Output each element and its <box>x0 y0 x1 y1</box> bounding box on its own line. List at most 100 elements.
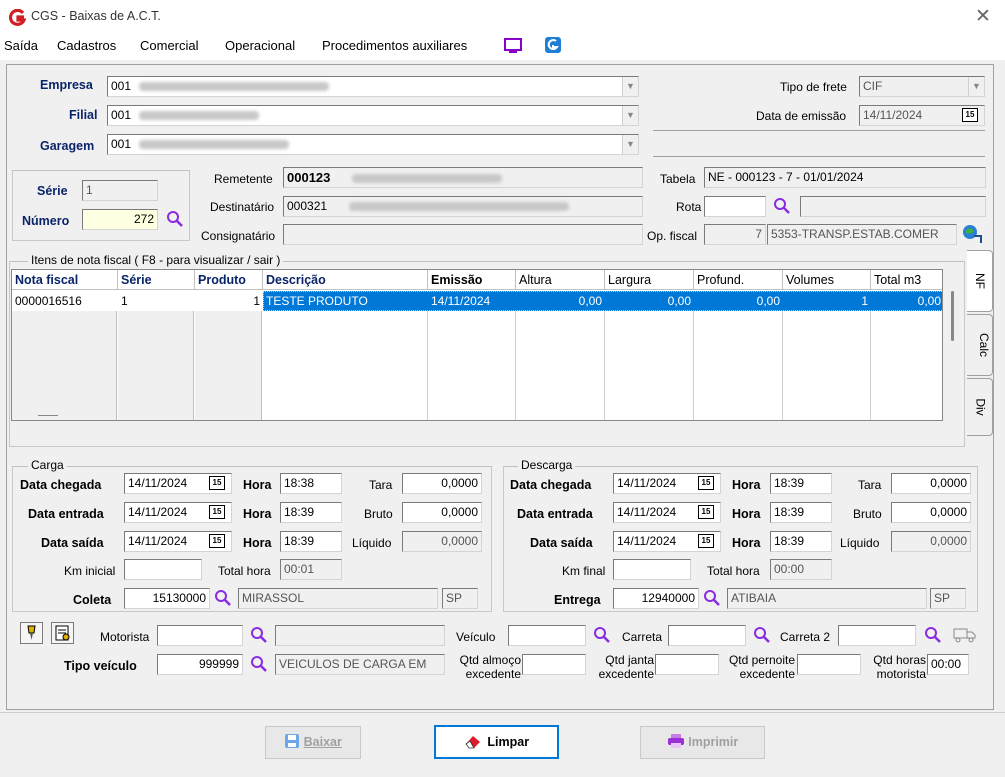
search-icon[interactable] <box>773 197 791 215</box>
remetente-field[interactable]: 000123 <box>283 167 643 188</box>
carreta2-field[interactable] <box>838 625 916 646</box>
entrega-code-field[interactable]: 12940000 <box>613 588 699 609</box>
chevron-down-icon[interactable]: ▼ <box>622 77 638 96</box>
calendar-icon[interactable]: 15 <box>962 108 978 122</box>
cell-serie[interactable]: 1 <box>118 291 195 311</box>
search-icon[interactable] <box>753 626 771 644</box>
descarga-hora3-field[interactable]: 18:39 <box>770 531 832 552</box>
descarga-hora1-field[interactable]: 18:39 <box>770 473 832 494</box>
empresa-combo[interactable]: 001 ▼ <box>107 76 639 97</box>
col-header-total-m3[interactable]: Total m3 <box>871 270 942 290</box>
coleta-code-value: 15130000 <box>152 591 206 605</box>
cell-profund[interactable]: 0,00 <box>694 291 783 311</box>
imprimir-button[interactable]: Imprimir <box>640 726 765 759</box>
carga-hora2-field[interactable]: 18:39 <box>280 502 342 523</box>
veiculo-field[interactable] <box>508 625 586 646</box>
driver-tool-button[interactable] <box>20 622 43 644</box>
col-header-profund[interactable]: Profund. <box>694 270 783 290</box>
grid-col-line <box>870 311 871 420</box>
chevron-down-icon[interactable]: ▼ <box>622 106 638 125</box>
calendar-icon[interactable]: 15 <box>209 476 225 490</box>
tab-calc[interactable]: Calc <box>967 314 993 376</box>
col-header-descricao[interactable]: Descrição <box>263 270 428 290</box>
descarga-tara-field[interactable]: 0,0000 <box>891 473 971 494</box>
menu-operacional[interactable]: Operacional <box>225 38 295 53</box>
baixar-button[interactable]: Baixar <box>265 726 361 759</box>
cell-volumes[interactable]: 1 <box>783 291 871 311</box>
calendar-icon[interactable]: 15 <box>209 505 225 519</box>
carga-hora1-field[interactable]: 18:38 <box>280 473 342 494</box>
calendar-icon[interactable]: 15 <box>209 534 225 548</box>
rota-field[interactable] <box>704 196 766 217</box>
calendar-icon[interactable]: 15 <box>698 534 714 548</box>
tab-div[interactable]: Div <box>967 378 993 436</box>
document-tool-button[interactable] <box>51 622 74 644</box>
globe-refresh-icon[interactable] <box>961 223 983 245</box>
motorista-field[interactable] <box>157 625 243 646</box>
cell-nota-fiscal[interactable]: 0000016516 <box>12 291 118 311</box>
filial-combo[interactable]: 001 ▼ <box>107 105 639 126</box>
search-icon[interactable] <box>703 589 721 607</box>
col-header-altura[interactable]: Altura <box>516 270 605 290</box>
carga-bruto-field[interactable]: 0,0000 <box>402 502 482 523</box>
descarga-bruto-field[interactable]: 0,0000 <box>891 502 971 523</box>
search-icon[interactable] <box>250 655 268 673</box>
cell-total-m3[interactable]: 0,00 <box>871 291 942 311</box>
consignatario-field[interactable] <box>283 224 643 245</box>
monitor-icon[interactable] <box>503 37 523 55</box>
garagem-label: Garagem <box>40 139 95 153</box>
col-header-largura[interactable]: Largura <box>605 270 694 290</box>
km-final-field[interactable] <box>613 559 691 580</box>
qtd-horas-field[interactable]: 00:00 <box>927 654 969 675</box>
limpar-button[interactable]: Limpar <box>434 725 559 759</box>
cell-altura[interactable]: 0,00 <box>516 291 605 311</box>
km-inicial-field[interactable] <box>124 559 202 580</box>
menu-cadastros[interactable]: Cadastros <box>57 38 116 53</box>
descarga-hora2-field[interactable]: 18:39 <box>770 502 832 523</box>
calendar-icon[interactable]: 15 <box>698 505 714 519</box>
carga-hora3-field[interactable]: 18:39 <box>280 531 342 552</box>
cell-descricao[interactable]: TESTE PRODUTO <box>263 291 428 311</box>
serie-field[interactable]: 1 <box>82 180 158 201</box>
tipo-frete-combo[interactable]: CIF ▼ <box>859 76 985 97</box>
search-icon[interactable] <box>250 626 268 644</box>
carreta-field[interactable] <box>668 625 746 646</box>
col-header-volumes[interactable]: Volumes <box>783 270 871 290</box>
op-fiscal-code-field[interactable]: 7 <box>704 224 766 245</box>
qtd-almoco-label: Qtd almoço excedente <box>451 653 521 681</box>
close-button[interactable]: ✕ <box>969 4 997 30</box>
destinatario-field[interactable]: 000321 <box>283 196 643 217</box>
search-icon[interactable] <box>593 626 611 644</box>
chevron-down-icon[interactable]: ▼ <box>622 135 638 154</box>
search-icon[interactable] <box>214 589 232 607</box>
truck-icon[interactable] <box>953 626 977 644</box>
tab-nf[interactable]: NF <box>967 250 993 312</box>
menu-saida[interactable]: Saída <box>4 38 38 53</box>
garagem-combo[interactable]: 001 ▼ <box>107 134 639 155</box>
cell-largura[interactable]: 0,00 <box>605 291 694 311</box>
cgs-icon[interactable] <box>544 36 562 54</box>
carga-tara-field[interactable]: 0,0000 <box>402 473 482 494</box>
calendar-icon[interactable]: 15 <box>698 476 714 490</box>
qtd-janta-field[interactable] <box>655 654 719 675</box>
qtd-pernoite-field[interactable] <box>797 654 861 675</box>
cell-emissao[interactable]: 14/11/2024 <box>428 291 516 311</box>
menu-procedimentos[interactable]: Procedimentos auxiliares <box>322 38 467 53</box>
menu-comercial[interactable]: Comercial <box>140 38 199 53</box>
col-header-nota-fiscal[interactable]: Nota fiscal <box>12 270 118 290</box>
col-header-produto[interactable]: Produto <box>195 270 263 290</box>
cell-produto[interactable]: 1 <box>195 291 263 311</box>
vertical-scroll-thumb[interactable] <box>951 291 954 341</box>
tabela-field[interactable]: NE - 000123 - 7 - 01/01/2024 <box>704 167 986 188</box>
tipo-veiculo-code-field[interactable]: 999999 <box>157 654 243 675</box>
search-icon[interactable] <box>924 626 942 644</box>
numero-field[interactable]: 272 <box>82 209 158 230</box>
col-header-serie[interactable]: Série <box>118 270 195 290</box>
coleta-code-field[interactable]: 15130000 <box>124 588 210 609</box>
horizontal-scroll-thumb[interactable] <box>38 415 58 416</box>
chevron-down-icon[interactable]: ▼ <box>968 77 984 96</box>
items-grid[interactable]: Nota fiscal Série Produto Descrição Emis… <box>11 269 943 421</box>
qtd-almoco-field[interactable] <box>522 654 586 675</box>
col-header-emissao[interactable]: Emissão <box>428 270 516 290</box>
search-icon[interactable] <box>166 210 184 228</box>
